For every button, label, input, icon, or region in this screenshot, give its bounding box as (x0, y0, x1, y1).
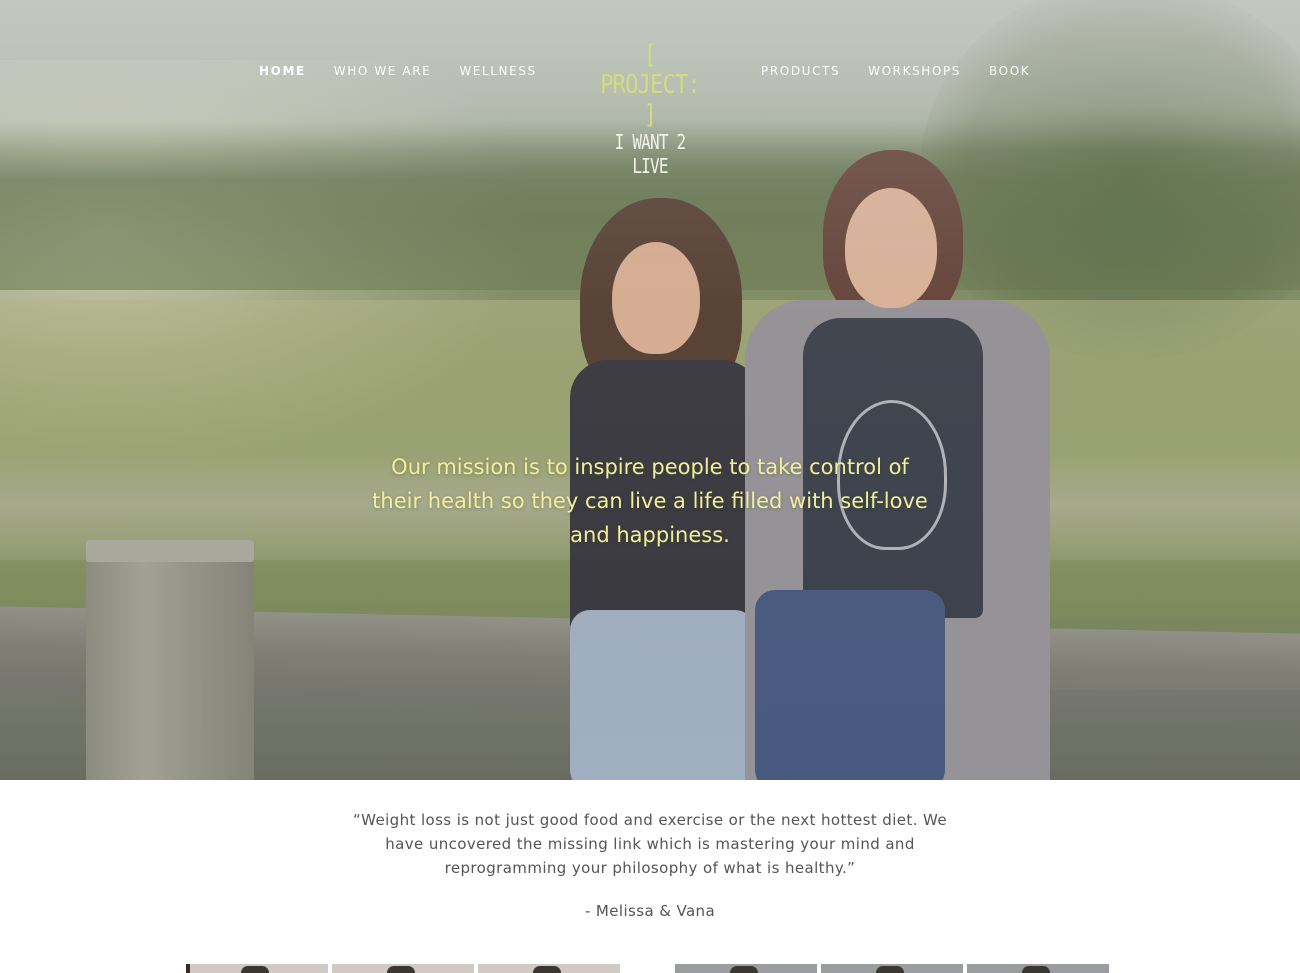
photo-thumbnail[interactable] (186, 964, 328, 973)
nav-right: PRODUCTS WORKSHOPS BOOK (761, 64, 1058, 78)
photo-thumbnail[interactable] (675, 964, 817, 973)
founders-quote: “Weight loss is not just good food and e… (352, 811, 948, 877)
nav-left: HOME WHO WE ARE WELLNESS (259, 64, 565, 78)
photo-thumbnail[interactable] (332, 964, 474, 973)
photo-thumbnail[interactable] (821, 964, 963, 973)
nav-products[interactable]: PRODUCTS (761, 64, 840, 78)
nav-book[interactable]: BOOK (989, 64, 1030, 78)
nav-home[interactable]: HOME (259, 64, 306, 78)
nav-workshops[interactable]: WORKSHOPS (868, 64, 961, 78)
photo-thumbnail[interactable] (478, 964, 620, 973)
photo-strip-left (186, 964, 620, 973)
nav-who-we-are[interactable]: WHO WE ARE (334, 64, 432, 78)
photo-thumbnail[interactable] (967, 964, 1109, 973)
nav-wellness[interactable]: WELLNESS (459, 64, 536, 78)
site-logo[interactable]: [ PROJECT: ] I WANT 2 LIVE (588, 40, 712, 178)
photo-strip-right (675, 964, 1109, 973)
logo-line-2: I WANT 2 LIVE (614, 130, 686, 178)
quote-attribution: - Melissa & Vana (584, 902, 716, 920)
logo-line-1: [ PROJECT: ] (600, 40, 700, 130)
mission-statement: Our mission is to inspire people to take… (372, 455, 928, 547)
